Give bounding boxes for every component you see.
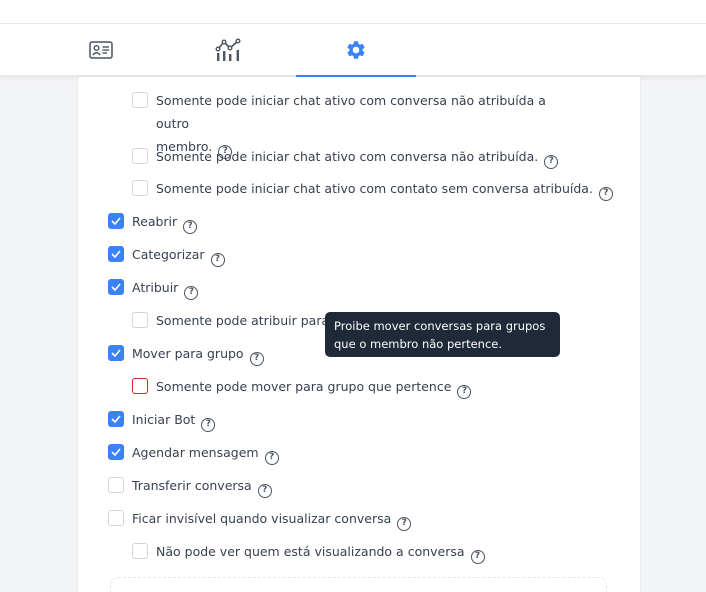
permission-row: Não pode ver quem está visualizando a co… xyxy=(132,540,485,564)
help-icon[interactable]: ? xyxy=(257,484,272,498)
help-icon[interactable]: ? xyxy=(210,253,225,267)
permission-checkbox[interactable] xyxy=(132,148,148,164)
permission-label: Ficar invisível quando visualizar conver… xyxy=(132,507,412,531)
permission-label: Mover para grupo? xyxy=(132,342,264,366)
permission-row: Transferir conversa? xyxy=(108,474,272,498)
permission-row: Mover para grupo? xyxy=(108,342,264,366)
permission-label: Categorizar? xyxy=(132,243,225,267)
permission-checkbox[interactable] xyxy=(132,92,148,108)
tab-bar xyxy=(0,24,706,77)
analytics-chart-icon xyxy=(215,38,241,61)
tab-settings[interactable] xyxy=(296,24,416,77)
permission-row: Categorizar? xyxy=(108,243,225,267)
help-icon[interactable]: ? xyxy=(184,286,199,300)
permission-checkbox[interactable] xyxy=(108,246,124,262)
permission-label: Reabrir? xyxy=(132,210,198,234)
permission-row: Ficar invisível quando visualizar conver… xyxy=(108,507,412,531)
help-tooltip: Proibe mover conversas para grupos que o… xyxy=(325,312,560,357)
permission-checkbox[interactable] xyxy=(132,180,148,196)
contact-card-icon xyxy=(89,41,113,59)
permission-checkbox[interactable] xyxy=(108,477,124,493)
permission-row: Atribuir? xyxy=(108,276,199,300)
checkmark-icon xyxy=(111,415,121,423)
permission-label: Somente pode iniciar chat ativo com conv… xyxy=(156,145,559,169)
permission-row: Agendar mensagem? xyxy=(108,441,279,465)
permission-label: Atribuir? xyxy=(132,276,199,300)
permission-checkbox[interactable] xyxy=(108,279,124,295)
permission-label: Transferir conversa? xyxy=(132,474,272,498)
checkmark-icon xyxy=(111,448,121,456)
help-icon[interactable]: ? xyxy=(397,517,412,531)
checkmark-icon xyxy=(111,349,121,357)
permission-label: Somente pode iniciar chat ativo com cont… xyxy=(156,177,613,201)
permission-checkbox[interactable] xyxy=(132,378,148,394)
dashed-section-box xyxy=(110,577,607,592)
help-icon[interactable]: ? xyxy=(544,155,559,169)
checkmark-icon xyxy=(111,250,121,258)
permission-label: Somente pode atribuir para c xyxy=(156,313,340,328)
permission-row: Somente pode iniciar chat ativo com cont… xyxy=(132,177,613,201)
help-icon[interactable]: ? xyxy=(201,418,216,432)
permission-checkbox[interactable] xyxy=(108,345,124,361)
permission-row: Reabrir? xyxy=(108,210,198,234)
permission-row: Somente pode atribuir para c xyxy=(132,309,340,332)
help-icon[interactable]: ? xyxy=(598,187,613,201)
permission-row: Somente pode iniciar chat ativo com conv… xyxy=(132,145,559,169)
permission-checkbox[interactable] xyxy=(108,444,124,460)
permission-label: Iniciar Bot? xyxy=(132,408,216,432)
permission-label: Agendar mensagem? xyxy=(132,441,279,465)
help-icon[interactable]: ? xyxy=(264,451,279,465)
permission-label: Não pode ver quem está visualizando a co… xyxy=(156,540,485,564)
tab-contact[interactable] xyxy=(41,24,161,76)
permission-checkbox[interactable] xyxy=(108,510,124,526)
help-icon[interactable]: ? xyxy=(457,385,472,399)
permission-checkbox[interactable] xyxy=(132,543,148,559)
permission-row: Iniciar Bot? xyxy=(108,408,216,432)
help-icon[interactable]: ? xyxy=(183,220,198,234)
checkmark-icon xyxy=(111,283,121,291)
permission-checkbox[interactable] xyxy=(108,411,124,427)
help-icon[interactable]: ? xyxy=(470,550,485,564)
checkmark-icon xyxy=(111,217,121,225)
help-icon[interactable]: ? xyxy=(249,352,264,366)
tab-analytics[interactable] xyxy=(168,24,288,76)
permission-label: Somente pode mover para grupo que perten… xyxy=(156,375,472,399)
permission-row: Somente pode mover para grupo que perten… xyxy=(132,375,472,399)
gear-icon xyxy=(347,41,365,59)
top-bar xyxy=(0,0,706,24)
permission-checkbox[interactable] xyxy=(108,213,124,229)
permission-checkbox[interactable] xyxy=(132,312,148,328)
